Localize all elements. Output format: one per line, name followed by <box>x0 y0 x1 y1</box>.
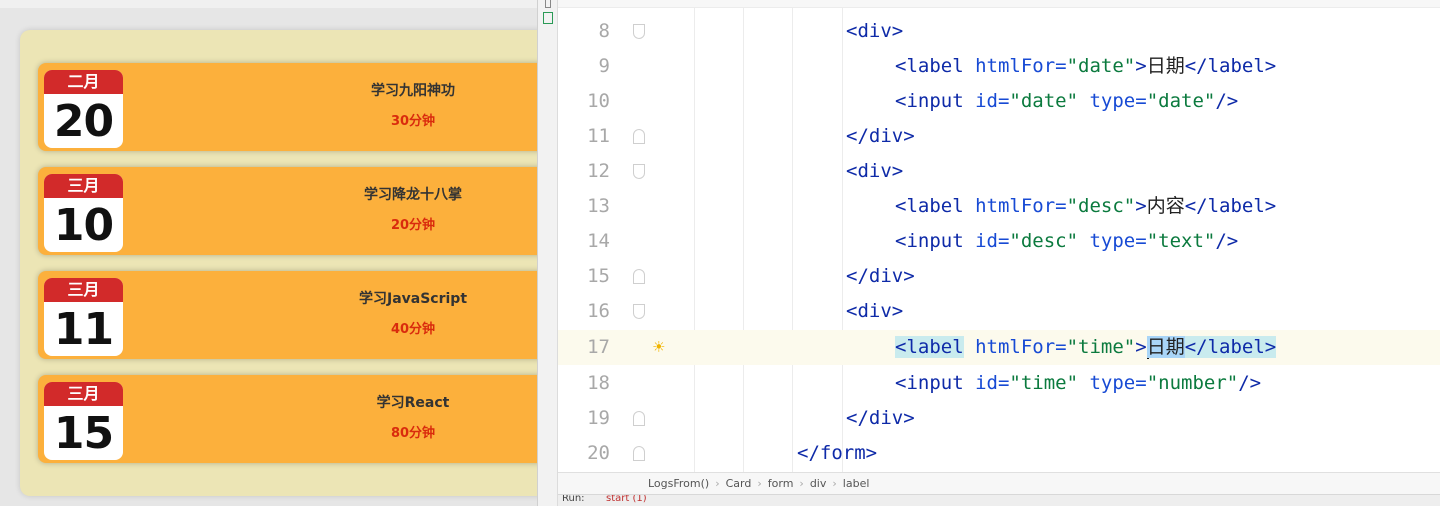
calendar-day: 15 <box>53 408 114 459</box>
line-number: 9 <box>598 55 610 77</box>
log-description: 学习React <box>376 395 450 411</box>
calendar-badge: 三月 15 <box>44 382 123 460</box>
run-tool-bar: Run: start (1) <box>558 494 1440 506</box>
fold-marker-icon[interactable] <box>633 446 645 461</box>
line-number: 13 <box>587 195 610 217</box>
line-number: 10 <box>587 90 610 112</box>
code-text: <label htmlFor="time">日期</label> <box>895 336 1277 359</box>
code-line[interactable]: 11 </div> <box>558 119 1440 154</box>
code-text: <label htmlFor="date">日期</label> <box>895 55 1277 77</box>
line-number: 20 <box>587 442 610 464</box>
calendar-badge: 三月 11 <box>44 278 123 356</box>
code-line[interactable]: 12 <div> <box>558 154 1440 189</box>
calendar-month: 二月 <box>44 70 123 94</box>
log-description: 学习降龙十八掌 <box>364 187 462 203</box>
code-text: <div> <box>846 300 904 322</box>
code-line[interactable]: 16 <div> <box>558 294 1440 329</box>
code-line[interactable]: 15 </div> <box>558 259 1440 294</box>
code-line[interactable]: 18 <input id="time" type="number"/> <box>558 366 1440 401</box>
breadcrumb: LogsFrom() › Card › form › div › label <box>558 472 1440 494</box>
breadcrumb-item[interactable]: Card <box>726 477 752 490</box>
chevron-right-icon: › <box>715 477 720 490</box>
code-editor[interactable]: 8 <div> 9 <label htmlFor="date">日期</labe… <box>537 0 1440 506</box>
log-item: 二月 20 学习九阳神功 30分钟 <box>38 63 558 151</box>
line-number: 12 <box>587 160 610 182</box>
fold-marker-icon[interactable] <box>633 164 645 179</box>
chevron-right-icon: › <box>832 477 837 490</box>
log-duration: 40分钟 <box>390 322 436 337</box>
log-duration: 30分钟 <box>390 114 436 129</box>
code-text: <div> <box>846 20 904 42</box>
log-item: 三月 15 学习React 80分钟 <box>38 375 558 463</box>
log-item: 三月 11 学习JavaScript 40分钟 <box>38 271 558 359</box>
project-tool-icon[interactable] <box>545 0 551 8</box>
fold-marker-icon[interactable] <box>633 269 645 284</box>
code-line[interactable]: 14 <input id="desc" type="text"/> <box>558 224 1440 259</box>
breadcrumb-item[interactable]: LogsFrom() <box>648 477 709 490</box>
log-description: 学习九阳神功 <box>371 83 455 99</box>
code-line[interactable]: 13 <label htmlFor="desc">内容</label> <box>558 189 1440 224</box>
code-line[interactable]: 20 </form> <box>558 436 1440 471</box>
chevron-right-icon: › <box>799 477 804 490</box>
code-text: <input id="date" type="date"/> <box>895 90 1239 112</box>
fold-marker-icon[interactable] <box>633 304 645 319</box>
log-duration: 20分钟 <box>390 218 436 233</box>
code-line[interactable]: 9 <label htmlFor="date">日期</label> <box>558 49 1440 84</box>
calendar-month: 三月 <box>44 382 123 406</box>
code-line[interactable]: 19 </div> <box>558 401 1440 436</box>
fold-marker-icon[interactable] <box>633 129 645 144</box>
chevron-right-icon: › <box>757 477 762 490</box>
line-number: 11 <box>587 125 610 147</box>
calendar-day: 10 <box>53 200 114 251</box>
code-text: </form> <box>797 442 878 464</box>
tool-window-strip <box>538 0 558 506</box>
line-number: 17 <box>587 336 610 358</box>
run-label: Run: <box>562 494 585 504</box>
breadcrumb-item[interactable]: form <box>768 477 794 490</box>
app-preview-pane: 二月 20 学习九阳神功 30分钟 三月 10 学习降龙十八掌 20分钟 三月 … <box>0 0 560 506</box>
calendar-badge: 二月 20 <box>44 70 123 148</box>
editor-tab-strip-edge <box>558 0 1440 8</box>
structure-tool-icon[interactable] <box>543 12 553 24</box>
calendar-month: 三月 <box>44 174 123 198</box>
breadcrumb-item[interactable]: div <box>810 477 827 490</box>
code-text: </div> <box>846 265 915 287</box>
fold-marker-icon[interactable] <box>633 24 645 39</box>
calendar-month: 三月 <box>44 278 123 302</box>
logs-card: 二月 20 学习九阳神功 30分钟 三月 10 学习降龙十八掌 20分钟 三月 … <box>20 30 560 496</box>
line-number: 19 <box>587 407 610 429</box>
code-line[interactable]: 10 <input id="date" type="date"/> <box>558 84 1440 119</box>
line-number: 15 <box>587 265 610 287</box>
code-text: </div> <box>846 407 915 429</box>
code-line-current[interactable]: 17 ☀ <label htmlFor="time">日期</label> <box>558 330 1440 365</box>
log-duration: 80分钟 <box>390 426 436 441</box>
line-number: 14 <box>587 230 610 252</box>
code-text: <div> <box>846 160 904 182</box>
log-description: 学习JavaScript <box>358 291 468 307</box>
fold-marker-icon[interactable] <box>633 411 645 426</box>
line-number: 18 <box>587 372 610 394</box>
code-text: </div> <box>846 125 915 147</box>
calendar-badge: 三月 10 <box>44 174 123 252</box>
calendar-day: 11 <box>53 304 114 355</box>
run-config-tab[interactable]: start (1) <box>606 495 647 506</box>
lightbulb-icon[interactable]: ☀ <box>652 338 665 356</box>
code-line[interactable]: 8 <div> <box>558 14 1440 49</box>
calendar-day: 20 <box>53 96 114 147</box>
line-number: 16 <box>587 300 610 322</box>
code-text: <input id="desc" type="text"/> <box>895 230 1239 252</box>
code-text: <label htmlFor="desc">内容</label> <box>895 195 1277 217</box>
preview-top-bar <box>0 0 540 8</box>
code-text: <input id="time" type="number"/> <box>895 372 1262 394</box>
breadcrumb-item[interactable]: label <box>843 477 870 490</box>
line-number: 8 <box>598 20 610 42</box>
log-item: 三月 10 学习降龙十八掌 20分钟 <box>38 167 558 255</box>
